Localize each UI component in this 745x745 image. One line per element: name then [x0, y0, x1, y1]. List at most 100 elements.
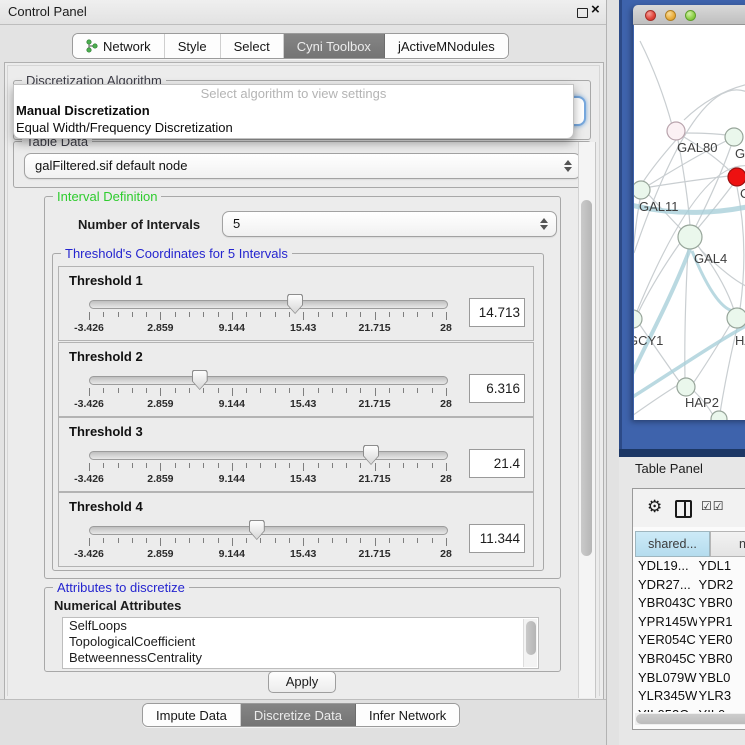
tab-network[interactable]: Network	[73, 34, 165, 58]
network-node[interactable]	[728, 168, 745, 186]
select-columns-icon[interactable]: ☑☑	[701, 499, 725, 513]
num-intervals-combobox[interactable]: 5	[222, 211, 557, 237]
node-label: GAL11	[639, 199, 679, 214]
close-icon[interactable]: ×	[591, 1, 600, 18]
table-row[interactable]: YER054C YER0	[635, 631, 745, 650]
tick-label: 2.859	[128, 322, 192, 334]
tab-label: Infer Network	[369, 708, 446, 723]
threshold-value-field[interactable]: 21.4	[469, 449, 525, 478]
dropdown-option-equal-width[interactable]: Equal Width/Frequency Discretization	[14, 119, 573, 136]
slider-track[interactable]	[89, 526, 448, 535]
threshold-value-field[interactable]: 11.344	[469, 524, 525, 553]
slider-track[interactable]	[89, 300, 448, 309]
slider-thumb[interactable]	[287, 294, 303, 314]
panel-splitter[interactable]	[606, 0, 620, 745]
list-item[interactable]: SelfLoops	[63, 618, 538, 634]
network-canvas[interactable]: GAL80GACGAL11GAL4GCY1HAHAP2	[634, 25, 745, 420]
tab-infer-network[interactable]: Infer Network	[356, 704, 459, 726]
cell-name: YPR1	[697, 613, 745, 632]
stepper-icon	[564, 160, 572, 172]
tab-select[interactable]: Select	[221, 34, 284, 58]
network-edge[interactable]	[685, 249, 688, 379]
minor-tick	[275, 463, 276, 468]
network-edge[interactable]	[684, 83, 745, 120]
table-horizontal-scrollbar[interactable]	[635, 713, 745, 725]
apply-button[interactable]: Apply	[268, 671, 336, 693]
network-node[interactable]	[667, 122, 685, 140]
table-row[interactable]: YBR045C YBR0	[635, 650, 745, 669]
tick-label: 21.715	[343, 473, 407, 485]
cell-name: YDR2	[697, 576, 745, 595]
scrollbar-thumb[interactable]	[636, 714, 745, 724]
threshold-slider[interactable]: -3.4262.8599.14415.4321.71528	[89, 524, 446, 562]
tick-label: 9.144	[200, 473, 264, 485]
split-columns-icon[interactable]	[675, 500, 692, 518]
minor-tick	[360, 388, 361, 393]
network-node[interactable]	[725, 128, 743, 146]
slider-track[interactable]	[89, 451, 448, 460]
table-data-combobox[interactable]: galFiltered.sif default node	[24, 153, 581, 179]
threshold-value-field[interactable]: 6.316	[469, 374, 525, 403]
gear-icon[interactable]: ⚙	[647, 497, 662, 517]
minor-tick	[275, 388, 276, 393]
network-edge[interactable]	[685, 133, 726, 135]
threshold-slider[interactable]: -3.4262.8599.14415.4321.71528	[89, 374, 446, 412]
minor-tick	[218, 463, 219, 468]
network-edge[interactable]	[640, 41, 672, 125]
scrollbar-thumb[interactable]	[581, 200, 592, 556]
float-window-icon[interactable]	[577, 8, 588, 18]
minor-tick	[246, 312, 247, 317]
table-row[interactable]: YDR27... YDR2	[635, 576, 745, 595]
list-scrollbar[interactable]	[523, 619, 537, 667]
threshold-value-field[interactable]: 14.713	[469, 298, 525, 327]
threshold-slider[interactable]: -3.4262.8599.14415.4321.71528	[89, 298, 446, 336]
tab-cyni-toolbox[interactable]: Cyni Toolbox	[284, 34, 385, 58]
slider-track[interactable]	[89, 376, 448, 385]
tab-impute-data[interactable]: Impute Data	[143, 704, 241, 726]
network-node[interactable]	[634, 181, 650, 199]
minor-tick	[189, 312, 190, 317]
table-row[interactable]: YBL079W YBL0	[635, 669, 745, 688]
column-header-name[interactable]: n	[710, 531, 745, 557]
network-node[interactable]	[677, 378, 695, 396]
network-edge[interactable]	[638, 243, 680, 313]
table-row[interactable]: YPR145W YPR1	[635, 613, 745, 632]
column-header-shared-name[interactable]: shared...	[635, 531, 710, 557]
stepper-icon	[540, 218, 548, 230]
tab-jactivemnodules[interactable]: jActiveMNodules	[385, 34, 508, 58]
tick-label: -3.426	[57, 398, 121, 410]
network-node[interactable]	[727, 308, 745, 328]
close-traffic-light-icon[interactable]	[645, 10, 656, 21]
panel-scrollbar[interactable]	[578, 142, 596, 698]
tab-label: Network	[103, 39, 151, 54]
minor-tick	[132, 463, 133, 468]
tick-label: 21.715	[343, 398, 407, 410]
tab-label: Discretize Data	[254, 708, 342, 723]
network-node[interactable]	[678, 225, 702, 249]
network-edge[interactable]	[634, 199, 640, 311]
slider-thumb[interactable]	[249, 520, 265, 540]
dropdown-option-manual[interactable]: Manual Discretization	[14, 102, 573, 119]
tab-discretize-data[interactable]: Discretize Data	[241, 704, 356, 726]
network-node[interactable]	[711, 411, 727, 420]
slider-thumb[interactable]	[363, 445, 379, 465]
zoom-traffic-light-icon[interactable]	[685, 10, 696, 21]
threshold-slider[interactable]: -3.4262.8599.14415.4321.71528	[89, 449, 446, 487]
window-titlebar[interactable]	[633, 5, 745, 25]
minor-tick	[189, 538, 190, 543]
tick-label: 9.144	[200, 398, 264, 410]
list-item[interactable]: TopologicalCoefficient	[63, 634, 538, 650]
cell-name: YLR3	[697, 687, 745, 706]
tab-style[interactable]: Style	[165, 34, 221, 58]
table-row[interactable]: YLR345W YLR3	[635, 687, 745, 706]
major-tick	[232, 388, 233, 396]
table-row[interactable]: YBR043C YBR0	[635, 594, 745, 613]
slider-thumb[interactable]	[192, 370, 208, 390]
list-item[interactable]: BetweennessCentrality	[63, 650, 538, 666]
minimize-traffic-light-icon[interactable]	[665, 10, 676, 21]
numerical-attributes-list[interactable]: SelfLoopsTopologicalCoefficientBetweenne…	[62, 617, 539, 669]
table-row[interactable]: YDL19... YDL1	[635, 557, 745, 576]
minor-tick	[403, 312, 404, 317]
table-row[interactable]: YIL052C YIL0	[635, 706, 745, 712]
minor-tick	[203, 312, 204, 317]
